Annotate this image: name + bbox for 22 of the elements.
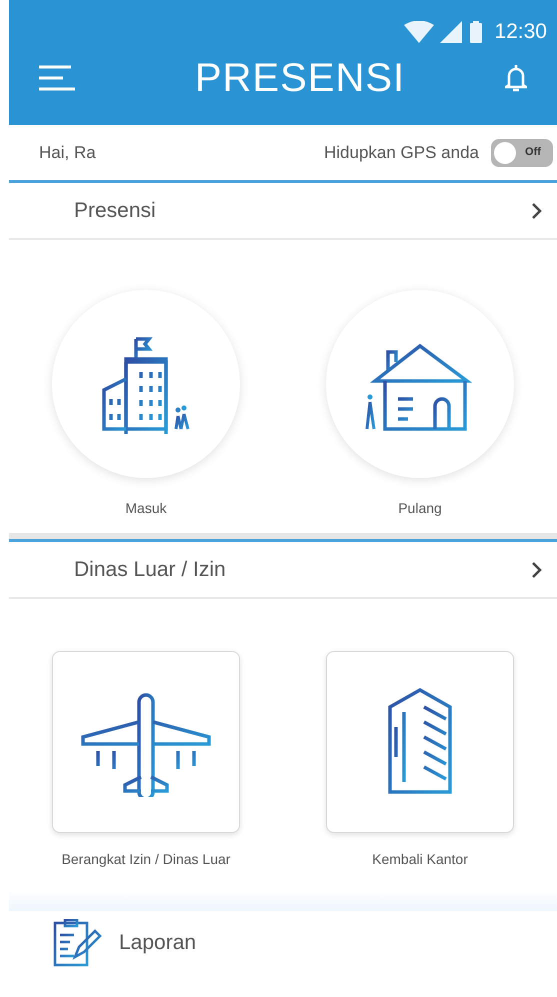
tile-label: Berangkat Izin / Dinas Luar [62,850,230,869]
section-header[interactable]: Presensi [9,183,557,240]
app-title: PRESENSI [194,55,406,102]
action-card[interactable] [326,651,514,833]
menu-icon[interactable] [39,65,75,91]
wifi-icon [404,21,434,43]
greeting-text: Hai, Ra [39,142,96,164]
action-card[interactable] [52,651,240,833]
notification-bell-icon[interactable] [504,63,527,93]
chevron-right-icon [531,202,543,220]
gps-label: Hidupkan GPS anda [324,142,479,164]
tile-label: Masuk [125,499,167,518]
battery-icon [468,21,484,43]
signal-icon [440,21,462,43]
clipboard-pencil-icon[interactable] [53,919,103,967]
tile-label: Pulang [398,499,442,518]
section-header[interactable]: Dinas Luar / Izin [9,542,557,599]
report-link[interactable]: Laporan [119,927,196,959]
gps-toggle[interactable]: Off [491,138,553,166]
chevron-right-icon [531,560,543,578]
status-time: 12:30 [494,19,547,46]
tile-label: Kembali Kantor [372,850,468,869]
